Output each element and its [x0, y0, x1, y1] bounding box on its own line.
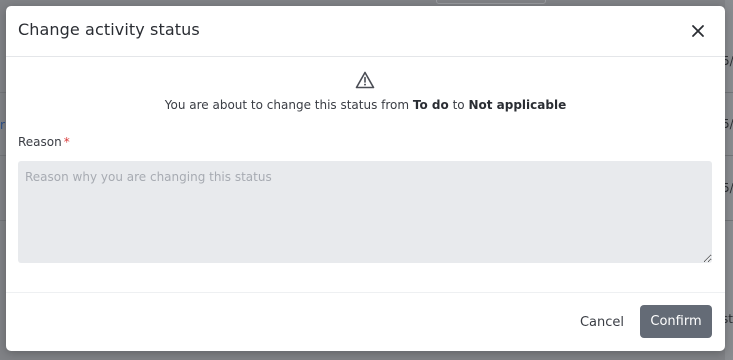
to-status: Not applicable	[468, 98, 567, 112]
reason-textarea[interactable]	[18, 161, 712, 263]
from-status: To do	[412, 98, 449, 112]
status-change-message: You are about to change this status from…	[6, 98, 725, 112]
message-prefix: You are about to change this status from	[164, 98, 413, 112]
message-middle: to	[448, 98, 469, 112]
change-status-dialog: Change activity status You are about to …	[6, 6, 725, 351]
dialog-title: Change activity status	[18, 20, 200, 39]
background-left-text: r	[0, 118, 5, 132]
cancel-button[interactable]: Cancel	[574, 311, 630, 333]
required-marker: *	[63, 135, 70, 149]
reason-label-text: Reason	[18, 135, 62, 149]
dialog-header: Change activity status	[6, 6, 725, 57]
reason-label: Reason *	[18, 135, 70, 149]
warning-triangle-icon	[355, 71, 375, 89]
confirm-button[interactable]: Confirm	[640, 305, 712, 338]
close-icon[interactable]	[688, 21, 708, 41]
background-assign-users-button	[436, 0, 546, 4]
dialog-footer-divider	[6, 292, 725, 293]
